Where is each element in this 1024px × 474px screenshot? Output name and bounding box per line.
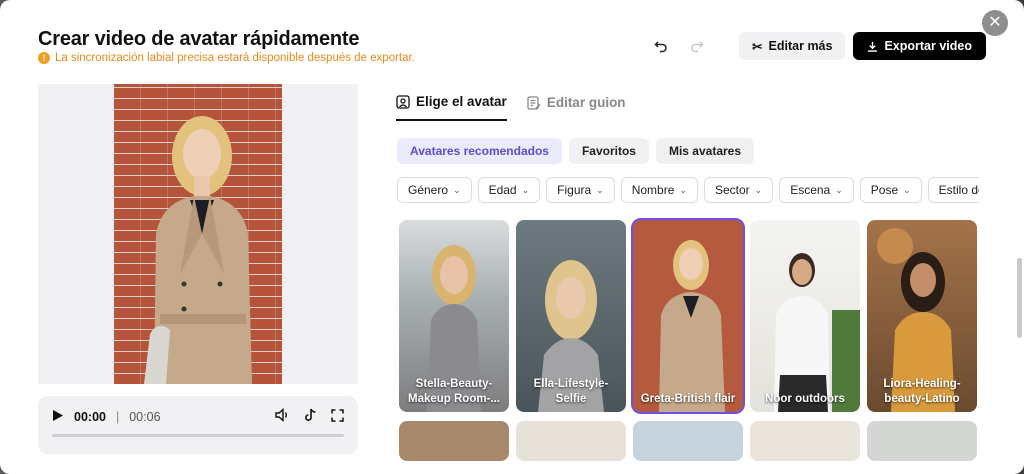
volume-icon <box>275 407 287 423</box>
filter-bar: Género ⌄ Edad ⌄ Figura ⌄ Nombre ⌄ Sector ⌄ Es… <box>397 177 979 203</box>
filter-label: Nombre <box>631 183 675 197</box>
warning-icon: ! <box>38 52 50 64</box>
redo-icon <box>691 41 704 53</box>
playback-progress-bar[interactable] <box>52 434 344 437</box>
avatar-preview-image <box>114 84 282 384</box>
undo-button[interactable] <box>647 32 675 60</box>
chevron-down-icon: ⌄ <box>521 184 530 195</box>
avatar-name: Greta-British flair <box>640 392 736 405</box>
tab-edit-script-label: Editar guion <box>546 95 626 110</box>
avatar-card[interactable]: Stella-Beauty-Makeup Room-... <box>399 220 509 412</box>
filter-gender[interactable]: Género ⌄ <box>397 177 472 203</box>
chevron-down-icon: ⌄ <box>835 184 843 195</box>
avatar-card[interactable] <box>633 421 743 461</box>
tab-edit-script[interactable]: Editar guion <box>527 94 626 121</box>
avatar-thumbnail <box>774 253 860 412</box>
close-button[interactable]: ✕ <box>982 10 1008 36</box>
chevron-down-icon: ⌄ <box>596 184 604 195</box>
avatar-select-icon <box>396 94 410 109</box>
filter-figure[interactable]: Figura ⌄ <box>546 177 615 203</box>
chip-recommended[interactable]: Avatares recomendados <box>397 138 562 164</box>
toolbar: ✂ Editar más Exportar video <box>647 32 986 60</box>
play-icon <box>53 409 63 421</box>
filter-outfit-style[interactable]: Estilo del atu <box>927 177 979 203</box>
redo-button[interactable] <box>683 32 711 60</box>
filter-age[interactable]: Edad ⌄ <box>477 177 541 203</box>
chevron-down-icon: ⌄ <box>453 184 461 195</box>
avatar-name: Liora-Healing-beauty-Latino <box>883 378 961 405</box>
filter-name[interactable]: Nombre ⌄ <box>620 177 698 203</box>
edit-more-label: Editar más <box>768 39 833 53</box>
undo-icon <box>654 41 667 53</box>
fullscreen-button[interactable] <box>331 408 344 425</box>
filter-label: Pose <box>870 183 899 197</box>
avatar-preview <box>38 84 358 384</box>
tab-choose-avatar-label: Elige el avatar <box>416 94 507 109</box>
total-time: 00:06 <box>129 409 161 424</box>
avatar-card[interactable]: Noor outdoors <box>750 220 860 412</box>
create-avatar-video-dialog: ✕ Crear video de avatar rápidamente ! La… <box>0 0 1024 474</box>
play-button[interactable] <box>52 409 64 425</box>
filter-label: Estilo del atu <box>938 183 979 197</box>
chevron-down-icon: ⌄ <box>754 184 763 195</box>
download-icon <box>868 41 878 52</box>
current-time: 00:00 <box>74 409 106 424</box>
export-video-button[interactable]: Exportar video <box>853 32 986 60</box>
avatar-card[interactable] <box>750 421 860 461</box>
chevron-down-icon: ⌄ <box>903 184 911 195</box>
filter-label: Escena <box>790 183 831 197</box>
avatar-name: Stella-Beauty-Makeup Room-... <box>407 378 500 405</box>
avatar-card[interactable]: Greta-British flair <box>631 218 745 414</box>
tiktok-icon <box>305 408 316 421</box>
video-player-controls: 00:00 | 00:06 <box>38 396 358 454</box>
chip-my-avatars[interactable]: Mis avatares <box>655 138 755 164</box>
avatar-source-chips: Avatares recomendados Favoritos Mis avat… <box>397 138 755 164</box>
filter-label: Figura <box>557 183 592 197</box>
avatar-name: Ella-Lifestyle-Selfie <box>533 378 609 405</box>
avatar-thumbnail <box>633 220 743 412</box>
avatar-card[interactable] <box>516 421 626 461</box>
filter-sector[interactable]: Sector ⌄ <box>703 177 774 203</box>
export-video-label: Exportar video <box>884 39 972 53</box>
avatar-card[interactable] <box>867 421 977 461</box>
filter-label: Edad <box>488 183 517 197</box>
script-edit-icon <box>527 95 541 110</box>
lip-sync-warning: ! La sincronización labial precisa estar… <box>38 52 415 64</box>
avatar-card[interactable]: Liora-Healing-beauty-Latino <box>867 220 977 412</box>
avatar-name: Noor outdoors <box>765 392 845 405</box>
tiktok-button[interactable] <box>304 408 317 425</box>
avatar-grid: Stella-Beauty-Makeup Room-... Ella-Lifes… <box>399 218 979 461</box>
warning-text: La sincronización labial precisa estará … <box>55 52 415 64</box>
filter-pose[interactable]: Pose ⌄ <box>859 177 922 203</box>
avatar-card[interactable]: Ella-Lifestyle-Selfie <box>516 220 626 412</box>
filter-scene[interactable]: Escena ⌄ <box>779 177 854 203</box>
time-separator: | <box>115 409 120 424</box>
edit-more-button[interactable]: ✂ Editar más <box>739 32 846 60</box>
chip-favorites[interactable]: Favoritos <box>568 138 649 164</box>
avatar-card[interactable] <box>399 421 509 461</box>
filter-label: Sector <box>714 183 750 197</box>
tab-choose-avatar[interactable]: Elige el avatar <box>396 94 507 121</box>
dialog-title: Crear video de avatar rápidamente <box>38 28 360 50</box>
scrollbar[interactable] <box>1017 258 1022 338</box>
close-icon: ✕ <box>988 14 1002 31</box>
volume-button[interactable] <box>275 407 290 425</box>
avatar-figure <box>144 116 252 384</box>
scissors-icon: ✂ <box>752 39 763 54</box>
chevron-down-icon: ⌄ <box>679 184 687 195</box>
fullscreen-icon <box>331 408 344 422</box>
editor-tabs: Elige el avatar Editar guion <box>396 94 626 121</box>
filter-label: Género <box>408 183 449 197</box>
